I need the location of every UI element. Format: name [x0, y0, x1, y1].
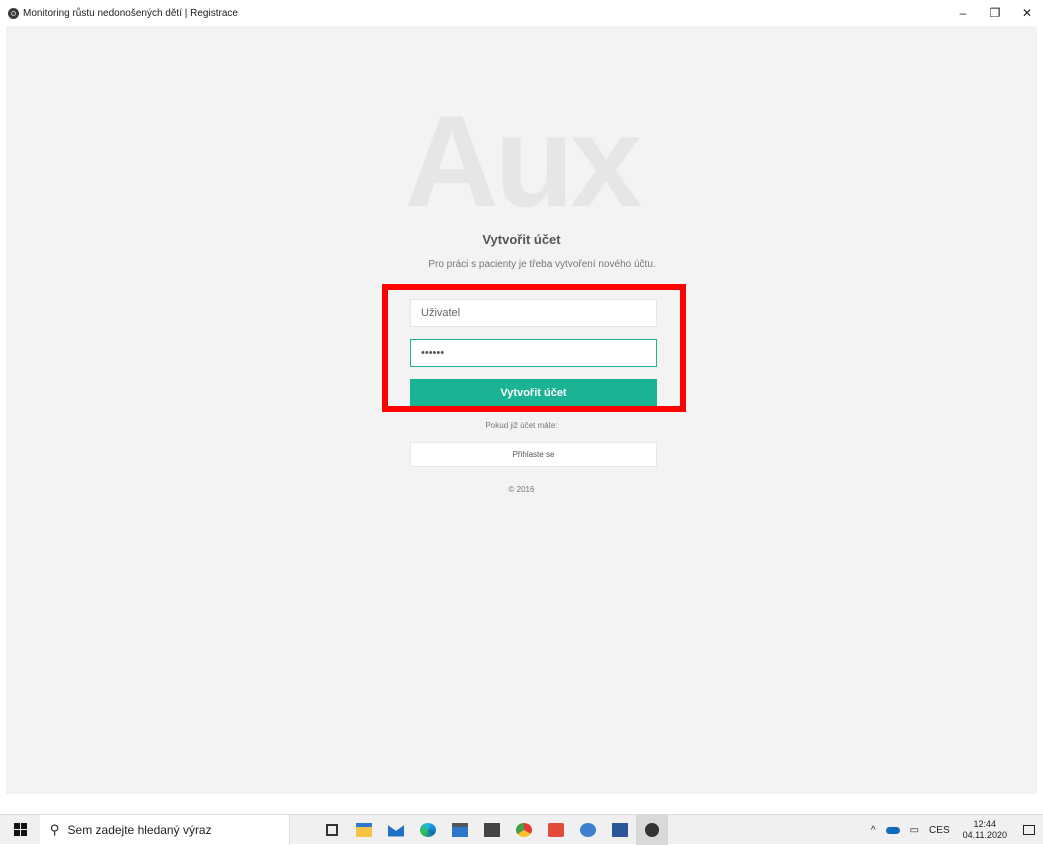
app-icon	[8, 7, 19, 19]
logo: Aux	[404, 88, 643, 234]
have-account-text: Pokud již účet máte:	[485, 421, 558, 430]
store-icon[interactable]	[444, 815, 476, 845]
taskbar-apps	[316, 814, 668, 845]
minimize-button[interactable]: –	[947, 0, 979, 26]
clock[interactable]: 12:44 04.11.2020	[963, 819, 1007, 841]
network-icon[interactable]: ▭	[910, 825, 919, 836]
restore-button[interactable]: ❐	[979, 0, 1011, 26]
copyright: © 2016	[508, 485, 535, 494]
page-subtitle: Pro práci s pacienty je třeba vytvoření …	[428, 259, 656, 270]
calculator-icon[interactable]	[476, 815, 508, 845]
electron-app-icon[interactable]	[636, 814, 668, 845]
word-icon[interactable]	[604, 815, 636, 845]
notification-icon[interactable]	[1023, 825, 1035, 835]
taskbar: ⚲ Sem zadejte hledaný výraz ^ ▭ CES 12:4…	[0, 814, 1043, 845]
taskbar-search[interactable]: ⚲ Sem zadejte hledaný výraz	[40, 814, 290, 845]
window-controls: – ❐ ✕	[947, 0, 1043, 26]
file-explorer-icon[interactable]	[348, 815, 380, 845]
clock-time: 12:44	[973, 819, 997, 829]
login-button[interactable]: Přihlaste se	[410, 442, 657, 467]
edge-icon[interactable]	[412, 815, 444, 845]
search-icon: ⚲	[50, 821, 60, 837]
snipping-icon[interactable]	[540, 815, 572, 845]
start-button[interactable]	[0, 815, 40, 845]
language-indicator[interactable]: CES	[929, 825, 950, 836]
task-view-icon[interactable]	[316, 815, 348, 845]
registration-page: Aux Vytvořit účet Pro práci s pacienty j…	[6, 26, 1037, 794]
highlight-box	[382, 284, 686, 412]
chrome-icon[interactable]	[508, 815, 540, 845]
window-title: Monitoring růstu nedonošených dětí | Reg…	[23, 7, 238, 19]
onedrive-icon[interactable]	[885, 826, 900, 834]
window-titlebar: Monitoring růstu nedonošených dětí | Reg…	[0, 0, 1043, 26]
search-placeholder: Sem zadejte hledaný výraz	[67, 822, 212, 837]
windows-icon	[13, 823, 27, 836]
paint-icon[interactable]	[572, 815, 604, 845]
clock-date: 04.11.2020	[962, 830, 1007, 840]
page-title: Vytvořit účet	[482, 232, 561, 247]
system-tray: ^ ▭ CES 12:44 04.11.2020	[866, 815, 1043, 845]
tray-chevron-icon[interactable]: ^	[871, 825, 876, 836]
mail-icon[interactable]	[380, 815, 412, 845]
close-button[interactable]: ✕	[1011, 0, 1043, 26]
